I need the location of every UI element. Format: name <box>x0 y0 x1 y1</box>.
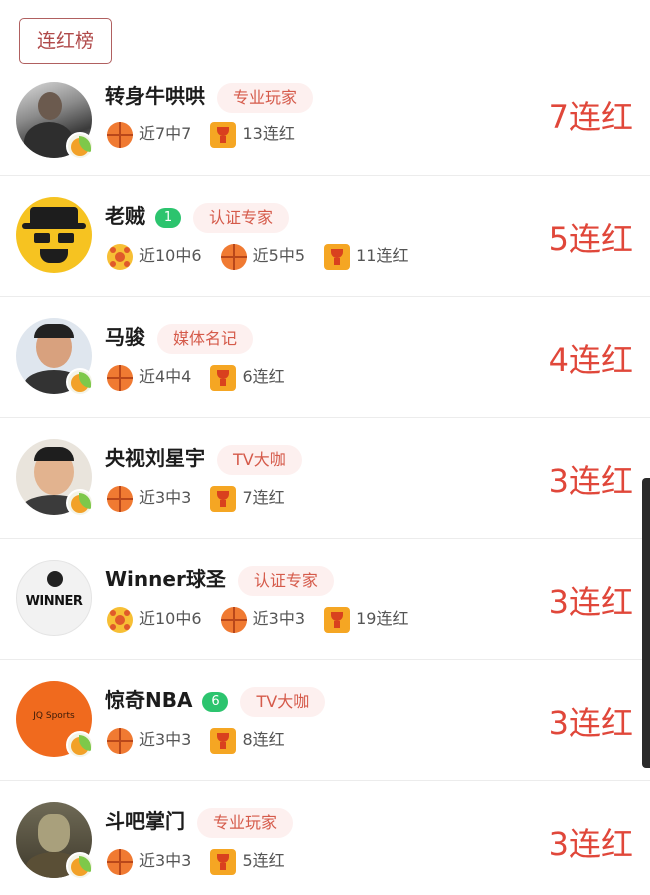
user-tag: 专业玩家 <box>217 82 314 113</box>
streak-count: 3连红 <box>548 462 633 500</box>
trophy-icon <box>210 364 237 391</box>
user-name[interactable]: Winner球圣 认证专家 <box>105 563 334 596</box>
streak-ranking-button[interactable]: 连红榜 <box>19 18 112 64</box>
level-badge: 1 <box>155 207 181 228</box>
winner-logo-text: WINNER <box>25 594 83 609</box>
user-name[interactable]: 老贼 1 认证专家 <box>105 200 290 233</box>
list-item[interactable]: 斗吧掌门 专业玩家 近3中3 5连红 3连红 <box>0 781 650 895</box>
soccer-ball-icon <box>107 243 133 270</box>
basketball-icon <box>107 485 133 512</box>
trophy-icon <box>324 243 351 270</box>
streak-count: 3连红 <box>548 825 633 863</box>
user-tag: 认证专家 <box>237 565 334 596</box>
list-item[interactable]: 马骏 媒体名记 近4中4 6连红 4连红 <box>0 297 650 418</box>
list-item[interactable]: WINNER Winner球圣 认证专家 近10中6 近3中3 19连红 3连红 <box>0 539 650 660</box>
user-tag: 媒体名记 <box>157 323 254 354</box>
streak-count: 4连红 <box>548 341 633 379</box>
list-item[interactable]: JQ Sports 惊奇NBA 6 TV大咖 近3中3 8连红 3连红 <box>0 660 650 781</box>
basketball-icon <box>107 727 133 754</box>
user-name[interactable]: 惊奇NBA 6 TV大咖 <box>105 684 326 717</box>
verified-badge-icon <box>66 132 94 160</box>
streak-count: 3连红 <box>548 583 633 621</box>
soccer-ball-icon <box>107 606 133 633</box>
stats-line: 近7中7 13连红 <box>107 120 309 148</box>
stats-line: 近4中4 6连红 <box>107 363 299 391</box>
user-tag: 认证专家 <box>193 202 290 233</box>
trophy-icon <box>210 485 237 512</box>
user-tag: TV大咖 <box>240 686 326 717</box>
streak-count: 3连红 <box>548 704 633 742</box>
stats-line: 近10中6 近5中5 11连红 <box>107 242 422 270</box>
verified-badge-icon <box>66 731 94 759</box>
stats-line: 近10中6 近3中3 19连红 <box>107 605 422 633</box>
jq-sports-logo-text: JQ Sports <box>33 711 75 721</box>
avatar[interactable] <box>16 197 92 273</box>
trophy-icon <box>210 848 237 875</box>
streak-count: 5连红 <box>548 220 633 258</box>
user-name[interactable]: 马骏 媒体名记 <box>105 321 254 354</box>
basketball-icon <box>220 243 247 270</box>
user-name[interactable]: 转身牛哄哄 专业玩家 <box>105 80 314 113</box>
streak-count: 7连红 <box>548 98 633 136</box>
avatar[interactable] <box>16 82 94 160</box>
list-item[interactable]: 转身牛哄哄 专业玩家 近7中7 13连红 7连红 <box>0 74 650 176</box>
avatar[interactable] <box>16 318 94 396</box>
trophy-icon <box>210 727 237 754</box>
basketball-icon <box>220 606 247 633</box>
avatar[interactable] <box>16 439 94 517</box>
list-item[interactable]: 央视刘星宇 TV大咖 近3中3 7连红 3连红 <box>0 418 650 539</box>
ranking-list: 转身牛哄哄 专业玩家 近7中7 13连红 7连红 老贼 1 认证专家 近10中6 近5… <box>0 74 650 895</box>
stats-line: 近3中3 8连红 <box>107 726 299 754</box>
stats-line: 近3中3 7连红 <box>107 484 299 512</box>
user-tag: 专业玩家 <box>197 807 294 838</box>
basketball-icon <box>107 364 133 391</box>
trophy-icon <box>210 121 237 148</box>
avatar[interactable] <box>16 802 94 880</box>
avatar[interactable]: JQ Sports <box>16 681 94 759</box>
verified-badge-icon <box>66 368 94 396</box>
verified-badge-icon <box>66 852 94 880</box>
user-name[interactable]: 央视刘星宇 TV大咖 <box>105 442 302 475</box>
stats-line: 近3中3 5连红 <box>107 847 299 875</box>
basketball-icon <box>107 848 133 875</box>
verified-badge-icon <box>66 489 94 517</box>
user-tag: TV大咖 <box>217 444 302 475</box>
basketball-icon <box>107 121 133 148</box>
avatar[interactable]: WINNER <box>16 560 92 636</box>
user-name[interactable]: 斗吧掌门 专业玩家 <box>105 805 294 838</box>
trophy-icon <box>324 606 351 633</box>
list-item[interactable]: 老贼 1 认证专家 近10中6 近5中5 11连红 5连红 <box>0 176 650 297</box>
level-badge: 6 <box>202 691 229 712</box>
scrollbar-thumb[interactable] <box>642 478 650 768</box>
